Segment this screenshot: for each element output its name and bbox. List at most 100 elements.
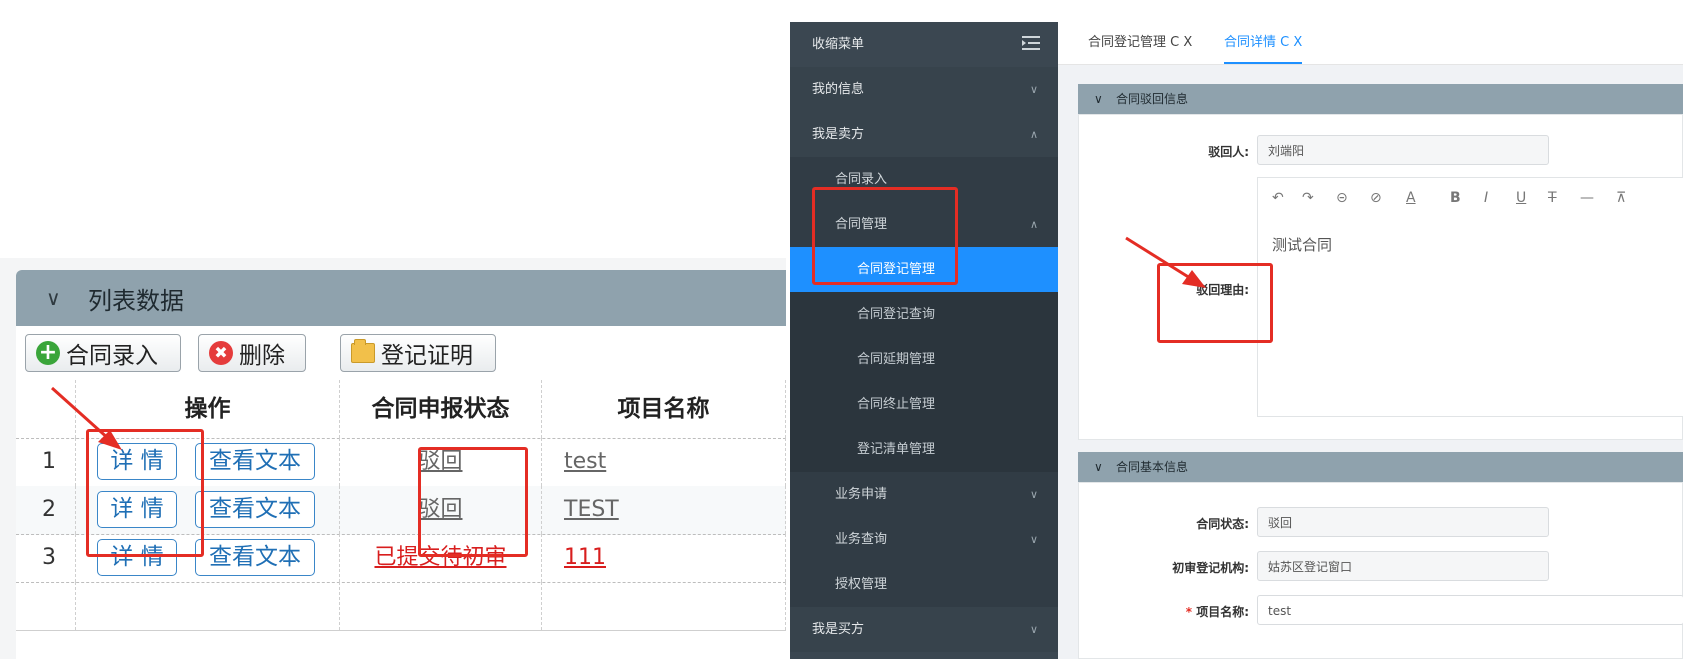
list-toolbar: + 合同录入 ✖ 删除 登记证明 (16, 326, 786, 380)
registration-cert-button[interactable]: 登记证明 (340, 334, 496, 372)
empty-cell (76, 582, 340, 630)
project-link[interactable]: 111 (564, 545, 606, 570)
row-project: 111 (542, 534, 786, 582)
chevron-down-icon: ∨ (1029, 83, 1038, 96)
project-link[interactable]: test (564, 449, 606, 474)
sidebar-item-register-list[interactable]: 登记清单管理 (790, 427, 1058, 472)
strikethrough-icon[interactable]: T (1548, 190, 1557, 206)
status-link[interactable]: 已提交待初审 (374, 545, 506, 570)
close-icon[interactable]: X (1293, 35, 1302, 50)
row-number: 1 (16, 438, 76, 486)
redo-icon[interactable]: ↷ (1302, 190, 1314, 206)
delete-icon: ✖ (209, 341, 233, 365)
row-ops: 详 情 查看文本 (76, 486, 340, 534)
basic-info-header[interactable]: ∨ 合同基本信息 (1078, 452, 1683, 482)
sidebar-item-seller[interactable]: 我是卖方 ∧ (790, 112, 1058, 157)
rejecter-label: 驳回人: (1208, 145, 1249, 159)
row-status: 驳回 (340, 486, 542, 534)
status-link[interactable]: 驳回 (418, 449, 462, 474)
chevron-down-icon: ∨ (46, 286, 61, 310)
list-panel-header[interactable]: ∨ 列表数据 (16, 270, 786, 326)
sidebar-item-buyer[interactable]: 我是买方 ∨ (790, 607, 1058, 652)
reason-editor[interactable]: ↶ ↷ ⊝ ⊘ A B I U T — ⊼ 测试合同 (1257, 177, 1683, 417)
sidebar-item-contract-extension[interactable]: 合同延期管理 (790, 337, 1058, 382)
sidebar-item-authorization[interactable]: 授权管理 (790, 562, 1058, 607)
sidebar: 收缩菜单 我的信息 ∨ 我是卖方 ∧ 合同录入 合同管理 ∧ 合同登记管理 合同登记查… (790, 22, 1058, 659)
sidebar-item-my-info[interactable]: 我的信息 ∨ (790, 67, 1058, 112)
clear-format-icon[interactable]: ⊼ (1616, 190, 1626, 206)
close-icon[interactable]: X (1183, 35, 1192, 50)
sidebar-item-business-query[interactable]: 业务查询 ∨ (790, 517, 1058, 562)
font-color-icon[interactable]: A (1406, 190, 1416, 206)
sidebar-item-contract-register-manage[interactable]: 合同登记管理 (790, 247, 1058, 292)
first-review-org-field[interactable]: 姑苏区登记窗口 (1257, 551, 1549, 581)
contract-table: 操作 合同申报状态 项目名称 1 详 情 查看文本 驳回 test 2 详 情 … (16, 380, 786, 659)
detail-button[interactable]: 详 情 (97, 443, 177, 480)
contract-status-label: 合同状态: (1196, 517, 1249, 531)
row-status: 已提交待初审 (340, 534, 542, 582)
empty-cell (16, 582, 76, 630)
project-name-label: * 项目名称: (1185, 605, 1249, 619)
reason-text: 测试合同 (1272, 236, 1333, 254)
underline-icon[interactable]: U (1516, 190, 1526, 206)
header-rownum (16, 380, 76, 438)
row-status: 驳回 (340, 438, 542, 486)
header-project: 项目名称 (542, 380, 786, 438)
table-row: 1 详 情 查看文本 驳回 test (16, 438, 786, 487)
undo-icon[interactable]: ↶ (1272, 190, 1284, 206)
basic-info-body: 合同状态: 驳回 初审登记机构: 姑苏区登记窗口 * 项目名称: test (1078, 482, 1683, 659)
horizontal-rule-icon[interactable]: — (1580, 190, 1594, 206)
row-ops: 详 情 查看文本 (76, 438, 340, 486)
menu-toggle-icon (1022, 36, 1040, 50)
view-text-button[interactable]: 查看文本 (195, 491, 315, 528)
chevron-down-icon: ∨ (1029, 533, 1038, 546)
refresh-icon[interactable]: C (1170, 35, 1179, 50)
chevron-down-icon: ∨ (1094, 92, 1103, 106)
tab-contract-register[interactable]: 合同登记管理 C X (1088, 22, 1192, 64)
row-ops: 详 情 查看文本 (76, 534, 340, 582)
editor-toolbar: ↶ ↷ ⊝ ⊘ A B I U T — ⊼ (1258, 178, 1683, 220)
collapse-menu-button[interactable]: 收缩菜单 (790, 22, 1058, 67)
table-row: 3 详 情 查看文本 已提交待初审 111 (16, 534, 786, 583)
rejecter-field[interactable]: 刘端阳 (1257, 135, 1549, 165)
contract-status-field[interactable]: 驳回 (1257, 507, 1549, 537)
reason-label: 驳回理由: (1196, 283, 1249, 297)
chevron-up-icon: ∧ (1029, 218, 1038, 231)
sidebar-item-business-apply[interactable]: 业务申请 ∨ (790, 472, 1058, 517)
link-icon[interactable]: ⊝ (1336, 190, 1348, 206)
row-project: test (542, 438, 786, 486)
sidebar-item-contract-entry[interactable]: 合同录入 (790, 157, 1058, 202)
table-row-empty (16, 582, 786, 631)
italic-icon[interactable]: I (1484, 190, 1488, 206)
chevron-down-icon: ∨ (1029, 623, 1038, 636)
bold-icon[interactable]: B (1450, 190, 1461, 206)
header-ops: 操作 (76, 380, 340, 438)
sidebar-item-contract-register-query[interactable]: 合同登记查询 (790, 292, 1058, 337)
chevron-down-icon: ∨ (1029, 488, 1038, 501)
project-name-input[interactable]: test (1257, 595, 1683, 625)
sidebar-item-contract-termination[interactable]: 合同终止管理 (790, 382, 1058, 427)
row-number: 2 (16, 486, 76, 534)
tab-contract-detail[interactable]: 合同详情 C X (1224, 22, 1303, 64)
row-number: 3 (16, 534, 76, 582)
view-text-button[interactable]: 查看文本 (195, 539, 315, 576)
status-link[interactable]: 驳回 (418, 497, 462, 522)
reject-info-header[interactable]: ∨ 合同驳回信息 (1078, 84, 1683, 114)
plus-icon: + (36, 341, 60, 365)
add-contract-button[interactable]: + 合同录入 (25, 334, 181, 372)
row-project: TEST (542, 486, 786, 534)
detail-button[interactable]: 详 情 (97, 539, 177, 576)
first-review-org-label: 初审登记机构: (1172, 561, 1249, 575)
refresh-icon[interactable]: C (1280, 35, 1289, 50)
header-status: 合同申报状态 (340, 380, 542, 438)
view-text-button[interactable]: 查看文本 (195, 443, 315, 480)
project-link[interactable]: TEST (564, 497, 619, 522)
main-content: 合同登记管理 C X 合同详情 C X ∨ 合同驳回信息 驳回人: 刘端阳 驳回… (1058, 22, 1683, 659)
sidebar-item-contract-manage[interactable]: 合同管理 ∧ (790, 202, 1058, 247)
empty-cell (340, 582, 542, 630)
unlink-icon[interactable]: ⊘ (1370, 190, 1382, 206)
delete-button[interactable]: ✖ 删除 (198, 334, 306, 372)
chevron-down-icon: ∨ (1094, 460, 1103, 474)
empty-cell (542, 582, 786, 630)
detail-button[interactable]: 详 情 (97, 491, 177, 528)
